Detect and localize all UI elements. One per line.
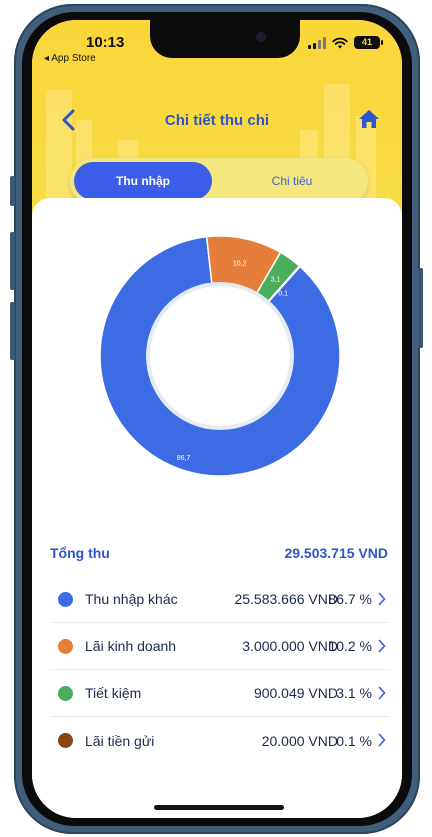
slice-label: 0,1	[278, 290, 288, 297]
item-percent: 10.2 %	[328, 638, 372, 654]
donut-hole	[150, 286, 290, 426]
slice-label: 3,1	[271, 277, 281, 284]
tab-expense[interactable]: Chi tiêu	[220, 162, 364, 200]
item-amount: 3.000.000 VND	[242, 638, 338, 654]
category-list: Thu nhập khác 25.583.666 VND 86.7 % Lãi …	[50, 576, 390, 764]
home-indicator	[154, 805, 284, 810]
content-panel: 86,7 10,2 3,1 0,1 Tổng thu 29.503.715 VND T…	[32, 198, 402, 818]
home-icon[interactable]	[358, 108, 380, 130]
list-item-deposit-interest[interactable]: Lãi tiền gửi 20.000 VND 0.1 %	[50, 717, 390, 764]
total-label: Tổng thu	[50, 545, 110, 561]
power-button	[418, 268, 423, 348]
item-name: Lãi tiền gửi	[85, 732, 155, 749]
chevron-right-icon[interactable]	[378, 639, 386, 653]
legend-dot-icon	[58, 733, 73, 748]
list-item-other-income[interactable]: Thu nhập khác 25.583.666 VND 86.7 %	[50, 576, 390, 623]
mute-switch	[10, 176, 15, 206]
chevron-right-icon[interactable]	[378, 686, 386, 700]
status-time: 10:13	[86, 34, 125, 51]
item-name: Tiết kiệm	[85, 685, 142, 701]
item-name: Lãi kinh doanh	[85, 638, 177, 654]
donut-chart: 86,7 10,2 3,1 0,1	[100, 236, 340, 476]
item-name: Thu nhập khác	[85, 591, 178, 607]
item-percent: 3.1 %	[336, 685, 372, 701]
slice-label: 86,7	[177, 455, 191, 462]
item-percent: 86.7 %	[328, 591, 372, 607]
status-icons: 41	[308, 36, 383, 49]
legend-dot-icon	[58, 685, 73, 701]
list-item-business-profit[interactable]: Lãi kinh doanh 3.000.000 VND 10.2 %	[50, 623, 390, 670]
legend-dot-icon	[58, 591, 73, 607]
total-value: 29.503.715 VND	[284, 545, 388, 561]
item-percent: 0.1 %	[336, 732, 372, 749]
legend-dot-icon	[58, 638, 73, 654]
item-amount: 20.000 VND	[261, 732, 338, 749]
item-amount: 900.049 VND	[253, 685, 338, 701]
slice-label: 10,2	[233, 261, 247, 268]
wifi-icon	[332, 37, 348, 48]
list-item-savings[interactable]: Tiết kiệm 900.049 VND 3.1 %	[50, 670, 390, 717]
device-notch	[150, 20, 300, 58]
battery-icon: 41	[354, 36, 383, 49]
volume-down-button	[10, 302, 15, 360]
back-to-app-store[interactable]: ◂ App Store	[44, 53, 96, 64]
volume-up-button	[10, 232, 15, 290]
chevron-right-icon[interactable]	[378, 592, 386, 606]
page-title: Chi tiết thu chi	[164, 112, 270, 129]
tab-income[interactable]: Thu nhập	[74, 162, 212, 200]
chevron-right-icon[interactable]	[378, 733, 386, 747]
item-amount: 25.583.666 VND	[234, 591, 338, 607]
cellular-signal-icon	[308, 36, 326, 49]
app-screen: 10:13 ◂ App Store 41 Chi tiết thu chi Th…	[32, 20, 402, 818]
